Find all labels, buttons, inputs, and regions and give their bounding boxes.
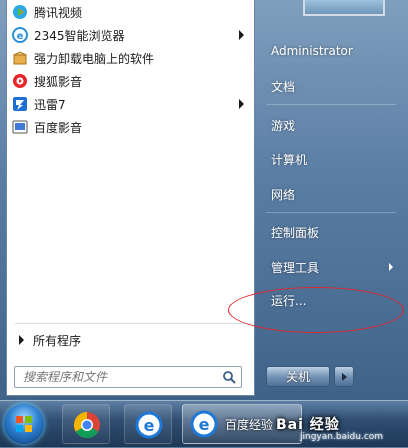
submenu-arrow-icon xyxy=(239,99,244,109)
baidu-watermark-site: jingyan.baidu.com xyxy=(300,432,384,442)
start-menu: 腾讯视频 e 2345智能浏览器 强力卸载电脑上的软件 搜狐影音 迅雷7 百度影… xyxy=(0,0,408,400)
program-label: 腾讯视频 xyxy=(34,5,83,20)
ie-icon: e xyxy=(135,411,163,439)
games-link[interactable]: 游戏 xyxy=(263,114,399,136)
program-label: 百度影音 xyxy=(34,120,83,135)
tencent-video-icon xyxy=(12,4,28,20)
svg-text:e: e xyxy=(17,31,24,42)
shutdown-label: 关机 xyxy=(285,370,310,384)
all-programs-button[interactable]: 所有程序 xyxy=(15,330,251,350)
sohu-video-icon xyxy=(12,73,28,89)
right-item-label: 控制面板 xyxy=(271,225,320,240)
all-programs-label: 所有程序 xyxy=(33,333,82,348)
documents-link[interactable]: 文档 xyxy=(263,75,399,97)
start-button[interactable] xyxy=(4,404,44,444)
right-item-label: 文档 xyxy=(271,79,296,94)
program-uninstaller[interactable]: 强力卸载电脑上的软件 xyxy=(9,47,252,69)
separator xyxy=(15,323,251,324)
program-baidu-video[interactable]: 百度影音 xyxy=(9,116,252,138)
program-label: 搜狐影音 xyxy=(34,74,83,89)
separator xyxy=(266,104,396,105)
right-item-label: 游戏 xyxy=(271,118,296,133)
baidu-video-icon xyxy=(12,119,28,135)
program-2345-browser[interactable]: e 2345智能浏览器 xyxy=(9,24,252,46)
program-label: 强力卸载电脑上的软件 xyxy=(34,51,155,66)
right-item-label: 计算机 xyxy=(271,152,308,167)
program-xunlei[interactable]: 迅雷7 xyxy=(9,93,252,115)
program-label: 2345智能浏览器 xyxy=(34,28,125,43)
submenu-arrow-icon xyxy=(389,263,393,271)
control-panel-link[interactable]: 控制面板 xyxy=(263,221,399,243)
uninstall-box-icon xyxy=(12,50,28,66)
chrome-icon xyxy=(73,411,100,439)
highlight-ellipse xyxy=(228,287,404,333)
svg-text:e: e xyxy=(199,415,210,434)
admin-tools-link[interactable]: 管理工具 xyxy=(263,256,399,278)
expand-arrow-icon xyxy=(19,335,24,345)
baidu-watermark: Bai 经验 xyxy=(276,417,340,433)
right-item-label: Administrator xyxy=(271,44,353,58)
taskbar-window-label: 百度经验 xyxy=(225,417,274,432)
windows-logo-icon xyxy=(16,416,32,432)
arrow-right-icon xyxy=(341,372,347,381)
right-item-label: 管理工具 xyxy=(271,260,320,275)
program-sohu-video[interactable]: 搜狐影音 xyxy=(9,70,252,92)
user-name-link[interactable]: Administrator xyxy=(263,40,399,62)
right-item-label: 网络 xyxy=(271,187,296,202)
xunlei-icon xyxy=(12,96,28,112)
programs-pane: 腾讯视频 e 2345智能浏览器 强力卸载电脑上的软件 搜狐影音 迅雷7 百度影… xyxy=(6,0,255,396)
browser-2345-icon: e xyxy=(12,27,28,43)
taskbar-chrome-button[interactable] xyxy=(62,404,110,444)
program-tencent-video[interactable]: 腾讯视频 xyxy=(9,1,252,23)
user-picture[interactable] xyxy=(303,0,385,16)
taskbar-ie-button[interactable]: e xyxy=(124,404,172,444)
network-link[interactable]: 网络 xyxy=(263,183,399,205)
shutdown-options-button[interactable] xyxy=(334,366,354,387)
search-box[interactable] xyxy=(14,366,242,388)
computer-link[interactable]: 计算机 xyxy=(263,148,399,170)
separator xyxy=(266,212,396,213)
search-icon[interactable] xyxy=(222,370,236,387)
submenu-arrow-icon xyxy=(239,30,244,40)
shutdown-button[interactable]: 关机 xyxy=(266,366,330,387)
search-input[interactable] xyxy=(21,369,221,385)
program-label: 迅雷7 xyxy=(34,97,66,112)
ie-icon: e xyxy=(190,410,218,438)
svg-text:e: e xyxy=(144,416,155,435)
